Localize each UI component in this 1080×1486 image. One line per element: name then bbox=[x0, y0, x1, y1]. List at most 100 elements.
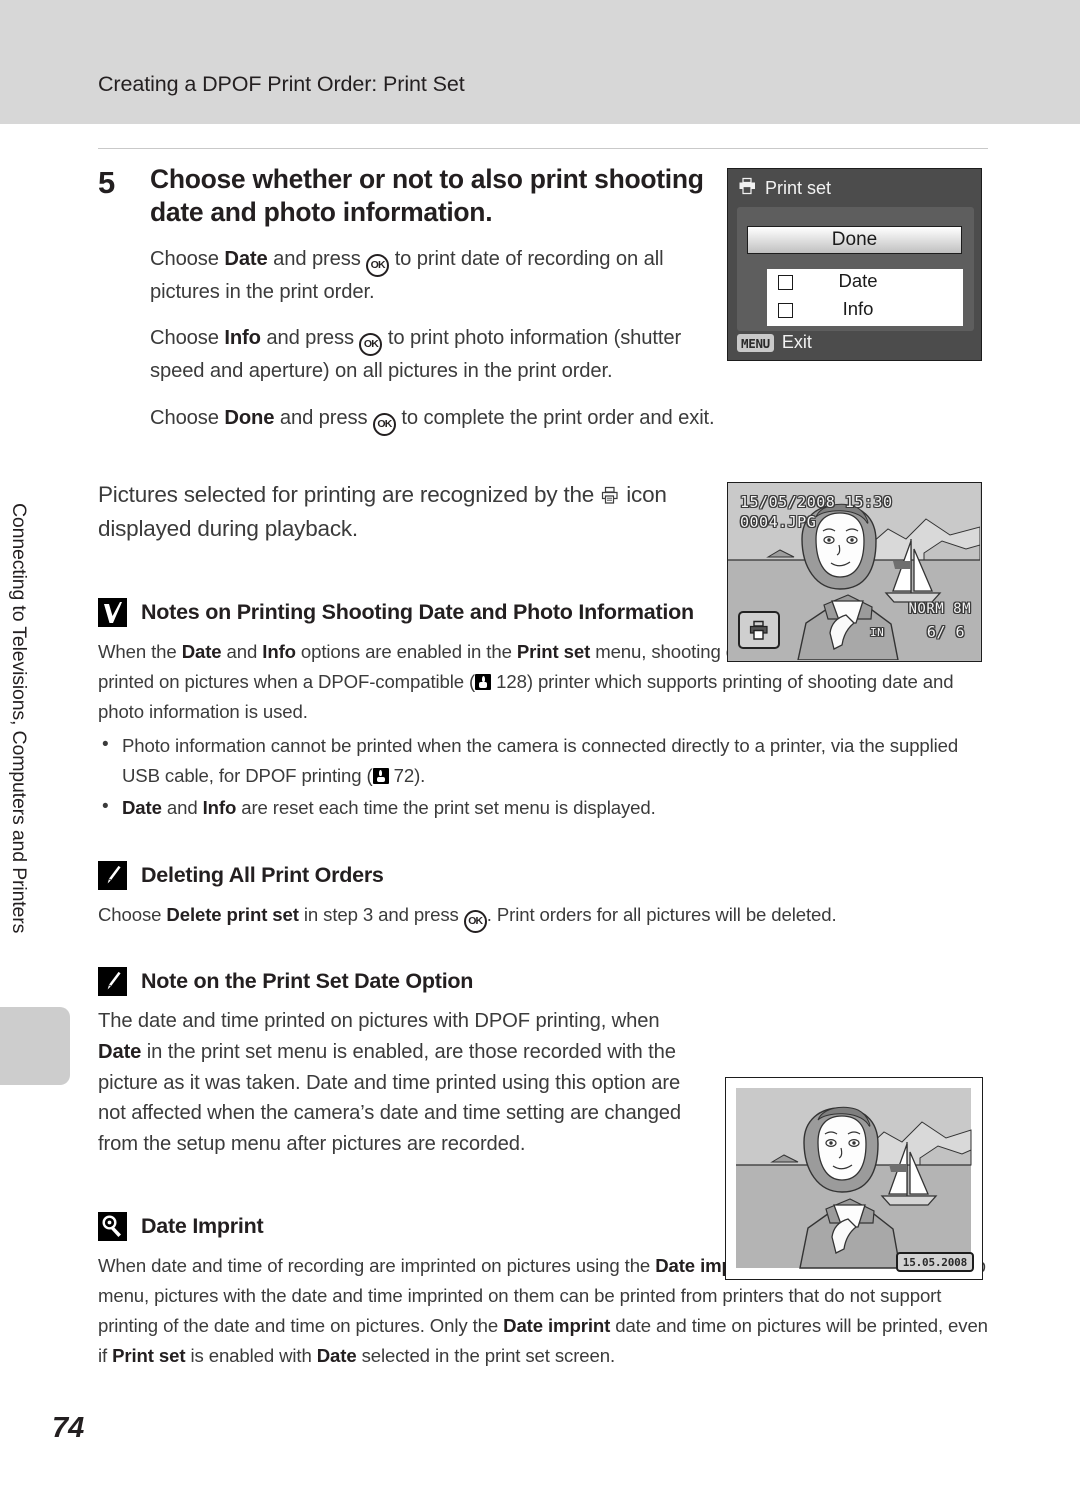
bold-date: Date bbox=[316, 1345, 357, 1367]
step-paragraph-done: Choose Done and press OK to complete the… bbox=[150, 403, 716, 437]
date-option-section-title: Note on the Print Set Date Option bbox=[141, 969, 473, 994]
playback-datetime: 15/05/2008 15:30 bbox=[740, 493, 893, 511]
print-set-options: Date Info bbox=[767, 269, 963, 326]
playback-screen: 15/05/2008 15:30 0004.JPG NORM 8M 6/ 6 I… bbox=[727, 482, 982, 662]
step-paragraph-info: Choose Info and press OK to print photo … bbox=[150, 323, 716, 387]
list-item: Date and Info are reset each time the pr… bbox=[98, 792, 988, 823]
date-option-section-body: The date and time printed on pictures wi… bbox=[98, 1006, 698, 1160]
date-option-label: Date bbox=[838, 270, 878, 291]
text-run: are reset each time the print set menu i… bbox=[236, 797, 656, 819]
page-number: 74 bbox=[52, 1412, 85, 1444]
text-run: and press bbox=[274, 407, 373, 430]
text-run: in step 3 and press bbox=[298, 904, 464, 926]
internal-memory-indicator: IN bbox=[870, 626, 885, 639]
deleting-section-header: Deleting All Print Orders bbox=[98, 861, 988, 891]
bold-date: Date bbox=[98, 1041, 142, 1064]
option-row-info[interactable]: Info bbox=[767, 297, 963, 325]
text-run: . Print orders for all pictures will be … bbox=[486, 904, 837, 926]
notes-section-body: When the Date and Info options are enabl… bbox=[98, 637, 988, 824]
image-size-icon: 8M bbox=[953, 601, 971, 617]
printer-icon bbox=[738, 177, 757, 200]
text-run: Choose bbox=[150, 327, 225, 350]
text-run: to complete the print order and exit. bbox=[395, 407, 715, 430]
step-number: 5 bbox=[98, 165, 116, 200]
bold-date: Date bbox=[181, 640, 222, 662]
page-reference-icon bbox=[475, 673, 492, 690]
text-run: The date and time printed on pictures wi… bbox=[98, 1010, 660, 1033]
step-paragraph-date: Choose Date and press OK to print date o… bbox=[150, 244, 716, 308]
text-run: and press bbox=[260, 327, 360, 350]
date-option-paragraph: The date and time printed on pictures wi… bbox=[98, 1006, 698, 1160]
step-heading: Choose whether or not to also print shoo… bbox=[150, 164, 704, 228]
bold-date: Date bbox=[354, 969, 400, 994]
print-set-panel: Done Date Info bbox=[737, 207, 974, 331]
text-run: NORM bbox=[908, 601, 945, 617]
notes-bullet-list: Photo information cannot be printed when… bbox=[98, 730, 988, 823]
ok-button-icon: OK bbox=[366, 253, 390, 277]
menu-button-badge[interactable]: MENU bbox=[737, 333, 774, 352]
text-run: 15/05/2008 bbox=[740, 493, 836, 511]
page-reference-number: 72 bbox=[393, 765, 415, 787]
key-note-icon bbox=[98, 1211, 127, 1241]
bold-date-imprint: Date imprint bbox=[503, 1315, 611, 1337]
text-run: Choose bbox=[150, 407, 225, 430]
option-row-date[interactable]: Date bbox=[767, 269, 963, 297]
playback-filename: 0004.JPG bbox=[740, 513, 817, 531]
print-set-footer: MENU Exit bbox=[737, 332, 812, 353]
text-run: Photo information cannot be printed when… bbox=[122, 734, 959, 787]
playback-frame-counter: 6/ 6 bbox=[926, 623, 965, 641]
bold-done: Done bbox=[224, 407, 275, 430]
check-note-icon bbox=[98, 597, 127, 627]
ok-button-icon: OK bbox=[372, 413, 396, 437]
text-run: Choose bbox=[150, 247, 225, 270]
date-option-section-header: Note on the Print Set Date Option bbox=[98, 967, 988, 997]
bold-date: Date bbox=[224, 247, 268, 270]
deleting-section-body: Choose Delete print set in step 3 and pr… bbox=[98, 900, 988, 934]
deleting-paragraph: Choose Delete print set in step 3 and pr… bbox=[98, 900, 988, 934]
exit-label: Exit bbox=[781, 332, 812, 352]
running-title: Creating a DPOF Print Order: Print Set bbox=[98, 72, 465, 96]
text-run: in the print set menu is enabled, are th… bbox=[98, 1041, 682, 1156]
info-option-label: Info bbox=[842, 298, 874, 319]
step-5-block: 5 Choose whether or not to also print sh… bbox=[98, 163, 718, 437]
date-imprint-example-photo: 15.05.2008 bbox=[725, 1077, 983, 1280]
list-item: Photo information cannot be printed when… bbox=[98, 730, 988, 791]
text-run: is enabled with bbox=[185, 1345, 317, 1367]
bold-date: Date bbox=[122, 797, 162, 819]
page-reference-number: 128 bbox=[496, 670, 527, 692]
ok-button-icon: OK bbox=[463, 910, 487, 934]
bold-info: Info bbox=[202, 797, 237, 819]
bold-info: Info bbox=[224, 327, 261, 350]
text-run: ). bbox=[414, 765, 426, 787]
lead-paragraph: Pictures selected for printing are recog… bbox=[98, 478, 698, 546]
bold-print-set: Print set bbox=[112, 1345, 186, 1367]
text-run: options are enabled in the bbox=[295, 640, 517, 662]
print-set-title: Print set bbox=[765, 178, 832, 198]
text-run: and bbox=[161, 797, 203, 819]
pencil-tip-icon bbox=[98, 967, 127, 997]
date-imprint-illustration bbox=[726, 1078, 981, 1278]
bold-info: Info bbox=[262, 640, 296, 662]
printer-icon bbox=[600, 481, 620, 504]
text-run: and press bbox=[267, 247, 367, 270]
print-set-title-bar: Print set bbox=[738, 177, 831, 200]
printer-icon bbox=[749, 620, 768, 640]
text-run: Option bbox=[399, 969, 474, 994]
notes-section-title: Notes on Printing Shooting Date and Phot… bbox=[141, 599, 694, 624]
bold-delete-print-set: Delete print set bbox=[166, 904, 299, 926]
ok-button-icon: OK bbox=[359, 333, 383, 357]
print-set-screen: Print set Done Date Info MENU Exit bbox=[727, 168, 982, 361]
deleting-section: Deleting All Print Orders Choose Delete … bbox=[98, 861, 988, 934]
playback-quality: NORM 8M bbox=[908, 601, 971, 617]
text-run: selected in the print set screen. bbox=[356, 1345, 616, 1367]
text-run: 15:30 bbox=[844, 493, 893, 511]
bold-print-set: Print set bbox=[516, 640, 591, 662]
text-run: Choose bbox=[98, 904, 167, 926]
deleting-section-title: Deleting All Print Orders bbox=[141, 863, 384, 888]
pencil-tip-icon bbox=[98, 861, 127, 891]
chapter-label: Connecting to Televisions, Computers and… bbox=[8, 503, 30, 934]
text-run: When the bbox=[98, 640, 182, 662]
text-run: Pictures selected for printing are recog… bbox=[98, 482, 601, 508]
done-button[interactable]: Done bbox=[747, 226, 962, 254]
print-order-badge bbox=[738, 611, 780, 649]
